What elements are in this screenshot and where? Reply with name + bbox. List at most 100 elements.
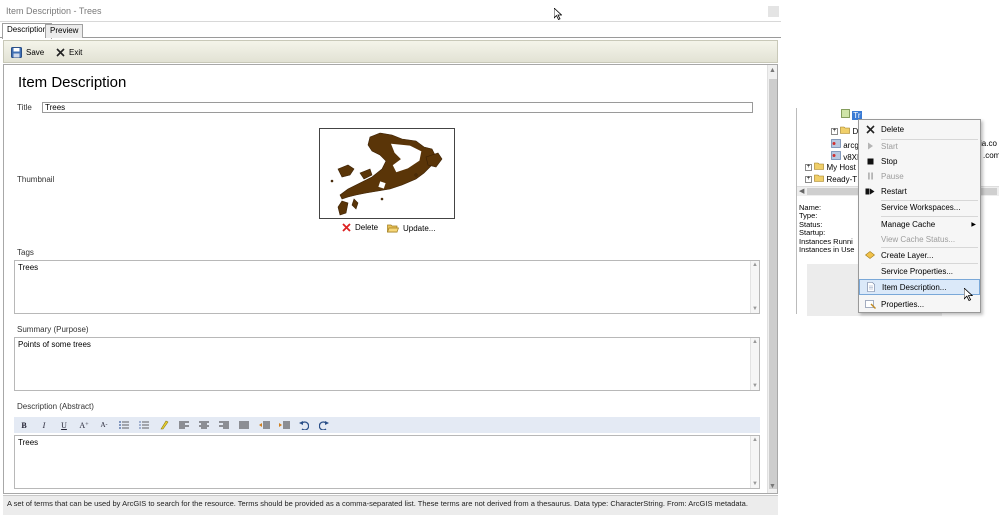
menu-item-item-description[interactable]: Item Description... bbox=[859, 279, 980, 295]
menu-item-service-workspaces[interactable]: Service Workspaces... bbox=[859, 199, 980, 215]
prop-in-use-label: Instances in Use bbox=[799, 245, 855, 255]
menu-item-pause[interactable]: Pause bbox=[859, 168, 980, 184]
tree-item-arcgis-label: arcg bbox=[843, 141, 859, 150]
thumbnail-delete-button[interactable]: Delete bbox=[342, 223, 378, 232]
expand-icon[interactable]: + bbox=[805, 164, 812, 172]
tags-label: Tags bbox=[17, 248, 34, 257]
outdent-icon bbox=[258, 421, 270, 429]
bullet-list-button[interactable] bbox=[114, 417, 134, 433]
description-form: Item Description Title Trees Thumbnail D… bbox=[3, 64, 778, 494]
align-left-button[interactable] bbox=[174, 417, 194, 433]
align-right-icon bbox=[219, 421, 229, 429]
menu-item-properties-label: Properties... bbox=[881, 299, 925, 309]
menu-item-create-layer[interactable]: Create Layer... bbox=[859, 247, 980, 263]
menu-item-restart-label: Restart bbox=[881, 186, 907, 196]
expand-icon[interactable]: + bbox=[805, 176, 812, 184]
menu-item-restart[interactable]: Restart bbox=[859, 183, 980, 199]
exit-button[interactable]: Exit bbox=[56, 45, 82, 59]
menu-item-service-workspaces-label: Service Workspaces... bbox=[881, 202, 961, 212]
menu-item-create-layer-label: Create Layer... bbox=[881, 250, 934, 260]
italic-button[interactable]: I bbox=[34, 417, 54, 433]
folder-icon bbox=[814, 174, 825, 182]
save-label: Save bbox=[26, 47, 45, 57]
summary-textarea[interactable]: Points of some trees ▲ ▼ bbox=[14, 337, 760, 391]
server-icon bbox=[831, 139, 841, 148]
menu-item-stop[interactable]: Stop bbox=[859, 153, 980, 169]
tree-item-overflow-2: .com bbox=[983, 151, 999, 160]
description-textarea[interactable]: Trees ▲ ▼ bbox=[14, 435, 760, 489]
numbered-list-button[interactable] bbox=[134, 417, 154, 433]
bold-button[interactable]: B bbox=[14, 417, 34, 433]
title-input[interactable]: Trees bbox=[42, 102, 753, 113]
save-button[interactable]: Save bbox=[11, 45, 44, 59]
menu-item-delete-label: Delete bbox=[881, 124, 905, 134]
tree-item-my-hosted[interactable]: + My Host bbox=[805, 162, 856, 172]
indent-icon bbox=[278, 421, 290, 429]
numbered-list-icon bbox=[139, 421, 149, 429]
tree-item-d[interactable]: + D bbox=[831, 126, 858, 136]
align-right-button[interactable] bbox=[214, 417, 234, 433]
expand-icon[interactable]: + bbox=[831, 128, 838, 136]
tree-item-arcgis[interactable]: arcg bbox=[831, 139, 859, 150]
service-properties: Name: Type: Status: Startup: Instances R… bbox=[799, 203, 855, 255]
redo-button[interactable] bbox=[314, 417, 334, 433]
menu-item-service-properties[interactable]: Service Properties... bbox=[859, 263, 980, 279]
page-title: Item Description bbox=[18, 74, 127, 91]
thumbnail-delete-label: Delete bbox=[355, 223, 379, 232]
shrink-font-button[interactable]: A- bbox=[94, 417, 114, 433]
summary-scrollbar[interactable]: ▲ ▼ bbox=[750, 338, 759, 390]
outdent-button[interactable] bbox=[254, 417, 274, 433]
underline-button[interactable]: U bbox=[54, 417, 74, 433]
menu-item-delete[interactable]: Delete bbox=[859, 121, 980, 137]
mouse-cursor-icon bbox=[964, 288, 973, 301]
restart-icon bbox=[865, 188, 875, 194]
description-scrollbar[interactable]: ▲ ▼ bbox=[750, 436, 759, 488]
folder-icon bbox=[840, 126, 851, 134]
thumbnail-update-label: Update... bbox=[403, 223, 436, 233]
tags-value: Trees bbox=[18, 263, 39, 272]
thumbnail-label: Thumbnail bbox=[17, 175, 55, 184]
title-label: Title bbox=[17, 103, 32, 112]
bullet-list-icon bbox=[119, 421, 129, 429]
thumbnail-update-button[interactable]: Update... bbox=[387, 223, 435, 233]
scroll-thumb[interactable] bbox=[769, 79, 777, 489]
delete-icon bbox=[865, 124, 875, 134]
grow-font-button[interactable]: A + bbox=[74, 417, 94, 433]
menu-item-start-label: Start bbox=[881, 141, 898, 151]
help-text: A set of terms that can be used by ArcGI… bbox=[3, 495, 778, 515]
scroll-up-arrow[interactable]: ▲ bbox=[769, 67, 776, 74]
close-window-button[interactable] bbox=[768, 6, 779, 17]
server-icon bbox=[831, 151, 841, 160]
justify-button[interactable] bbox=[234, 417, 254, 433]
menu-item-stop-label: Stop bbox=[881, 156, 898, 166]
indent-button[interactable] bbox=[274, 417, 294, 433]
close-icon bbox=[56, 47, 65, 57]
menu-item-manage-cache-label: Manage Cache bbox=[881, 219, 936, 229]
thumbnail-map-image bbox=[330, 132, 443, 216]
context-menu: Delete Start Stop Pause Restart Service … bbox=[858, 119, 981, 313]
align-center-icon bbox=[199, 421, 209, 429]
grow-font-sup: + bbox=[85, 422, 89, 428]
redo-icon bbox=[319, 420, 329, 430]
thumbnail-image[interactable] bbox=[319, 128, 455, 219]
align-center-button[interactable] bbox=[194, 417, 214, 433]
format-toolbar: B I U A + A- bbox=[14, 417, 760, 433]
highlight-button[interactable] bbox=[154, 417, 174, 433]
tree-item-ready[interactable]: + Ready-T bbox=[805, 174, 857, 184]
scroll-left-arrow[interactable]: ◀ bbox=[799, 187, 804, 195]
scroll-down-arrow[interactable]: ▼ bbox=[769, 483, 776, 490]
menu-item-manage-cache[interactable]: Manage Cache ▶ bbox=[859, 216, 980, 232]
tab-preview[interactable]: Preview bbox=[45, 24, 84, 38]
menu-item-view-cache-status-label: View Cache Status... bbox=[881, 234, 956, 244]
tags-scrollbar[interactable]: ▲ ▼ bbox=[750, 261, 759, 313]
layer-icon bbox=[865, 251, 875, 259]
tree-item-ready-label: Ready-T bbox=[826, 175, 858, 184]
form-scrollbar[interactable]: ▲ ▼ bbox=[767, 65, 777, 493]
undo-button[interactable] bbox=[294, 417, 314, 433]
tags-textarea[interactable]: Trees ▲ ▼ bbox=[14, 260, 760, 314]
menu-item-view-cache-status[interactable]: View Cache Status... bbox=[859, 231, 980, 247]
summary-value: Points of some trees bbox=[18, 340, 91, 349]
item-description-window: Item Description - Trees Description Pre… bbox=[0, 0, 781, 526]
menu-item-start[interactable]: Start bbox=[859, 138, 980, 154]
menu-item-properties[interactable]: Properties... bbox=[859, 296, 980, 312]
